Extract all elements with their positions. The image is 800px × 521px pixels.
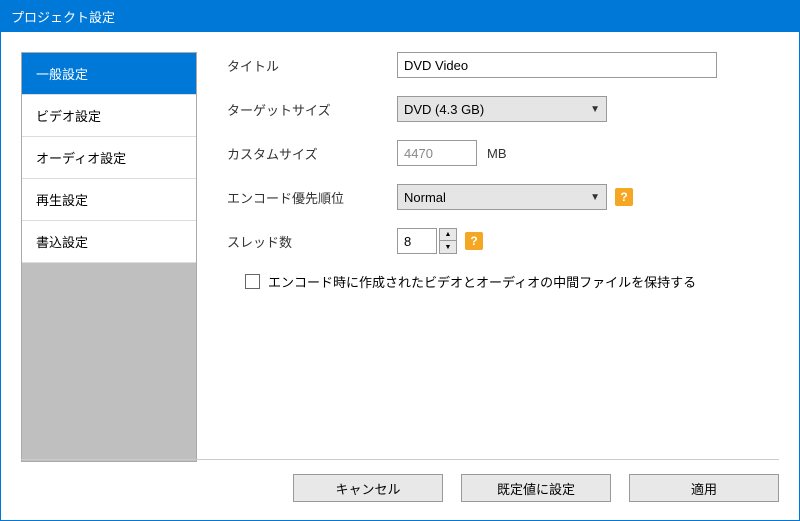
- sidebar-item-video[interactable]: ビデオ設定: [22, 95, 196, 137]
- settings-panel: タイトル ターゲットサイズ DVD (4.3 GB) ▼ カスタムサイズ MB …: [197, 52, 779, 462]
- chevron-down-icon: ▼: [590, 104, 600, 115]
- encode-priority-value: Normal: [404, 190, 446, 205]
- custom-size-input[interactable]: [397, 140, 477, 166]
- dialog-footer: キャンセル 既定値に設定 適用: [21, 459, 779, 502]
- keep-intermediate-label: エンコード時に作成されたビデオとオーディオの中間ファイルを保持する: [268, 272, 696, 291]
- sidebar-item-audio[interactable]: オーディオ設定: [22, 137, 196, 179]
- threads-spinner: ▲ ▼: [439, 228, 457, 254]
- sidebar-item-playback[interactable]: 再生設定: [22, 179, 196, 221]
- content-area: 一般設定 ビデオ設定 オーディオ設定 再生設定 書込設定 タイトル ターゲットサ…: [1, 32, 799, 462]
- custom-size-label: カスタムサイズ: [227, 144, 397, 163]
- target-size-select[interactable]: DVD (4.3 GB) ▼: [397, 96, 607, 122]
- spinner-up-button[interactable]: ▲: [440, 229, 456, 241]
- keep-intermediate-checkbox[interactable]: [245, 274, 260, 289]
- help-icon[interactable]: ?: [465, 232, 483, 250]
- title-label: タイトル: [227, 56, 397, 75]
- chevron-down-icon: ▼: [590, 192, 600, 203]
- sidebar-item-general[interactable]: 一般設定: [22, 53, 196, 95]
- title-input[interactable]: [397, 52, 717, 78]
- target-size-label: ターゲットサイズ: [227, 100, 397, 119]
- window-title: プロジェクト設定: [11, 10, 115, 25]
- cancel-button[interactable]: キャンセル: [293, 474, 443, 502]
- project-settings-dialog: プロジェクト設定 一般設定 ビデオ設定 オーディオ設定 再生設定 書込設定 タイ…: [0, 0, 800, 521]
- sidebar-empty-area: [22, 263, 196, 461]
- apply-button[interactable]: 適用: [629, 474, 779, 502]
- spinner-down-button[interactable]: ▼: [440, 241, 456, 253]
- custom-size-unit: MB: [487, 146, 507, 161]
- titlebar: プロジェクト設定: [1, 1, 799, 32]
- target-size-value: DVD (4.3 GB): [404, 102, 484, 117]
- encode-priority-select[interactable]: Normal ▼: [397, 184, 607, 210]
- threads-label: スレッド数: [227, 232, 397, 251]
- help-icon[interactable]: ?: [615, 188, 633, 206]
- threads-input[interactable]: [397, 228, 437, 254]
- sidebar-item-burn[interactable]: 書込設定: [22, 221, 196, 263]
- encode-priority-label: エンコード優先順位: [227, 188, 397, 207]
- settings-sidebar: 一般設定 ビデオ設定 オーディオ設定 再生設定 書込設定: [21, 52, 197, 462]
- reset-defaults-button[interactable]: 既定値に設定: [461, 474, 611, 502]
